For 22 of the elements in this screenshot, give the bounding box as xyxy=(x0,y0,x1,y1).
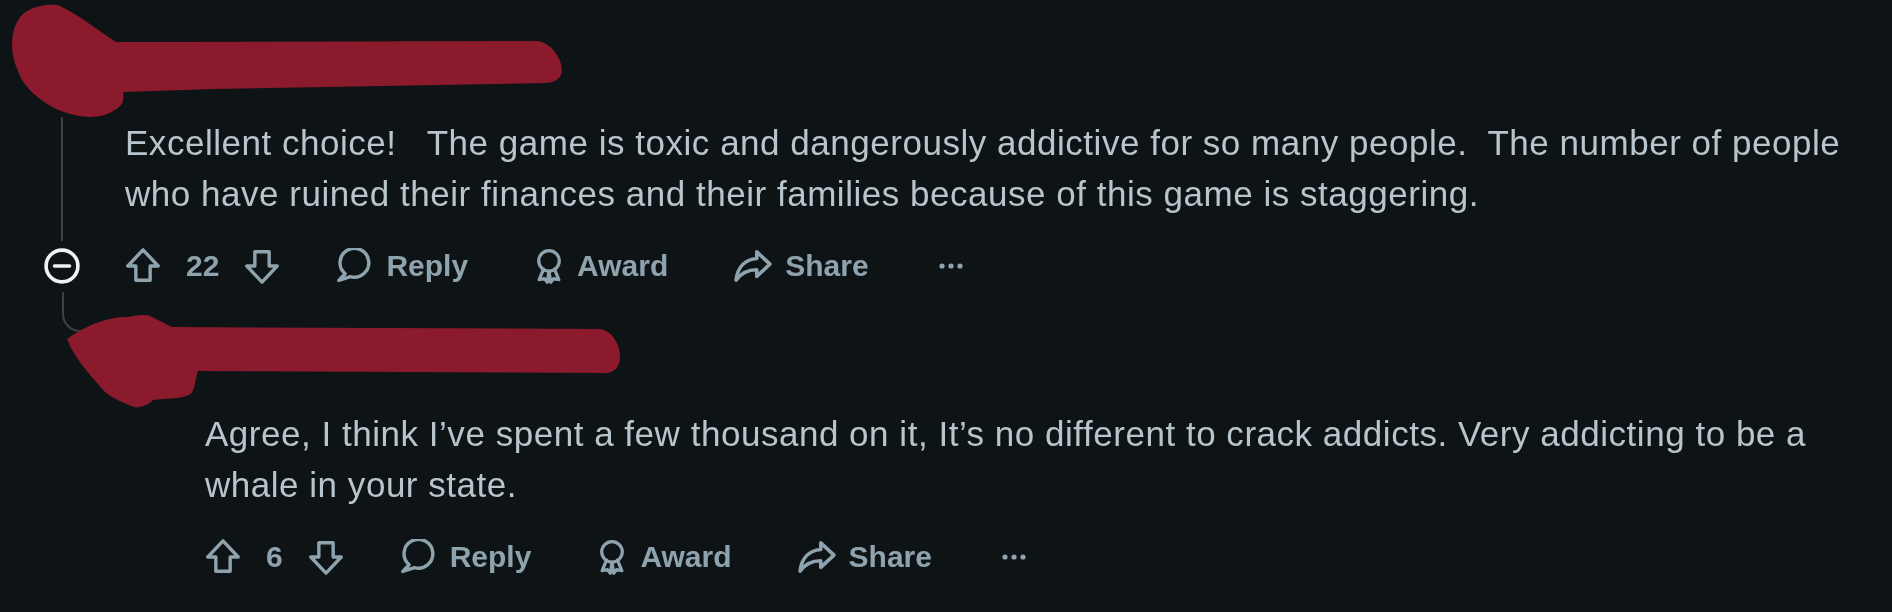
downvote-icon xyxy=(245,248,280,284)
collapse-button[interactable] xyxy=(44,248,80,284)
downvote-icon xyxy=(308,539,343,575)
share-button[interactable]: Share xyxy=(764,531,965,583)
minus-circle-icon xyxy=(44,248,80,284)
upvote-icon xyxy=(126,248,160,284)
reply-button[interactable]: Reply xyxy=(304,240,502,292)
speech-bubble-icon xyxy=(400,539,437,575)
award-button[interactable]: Award xyxy=(564,531,765,583)
share-arrow-icon xyxy=(797,541,836,573)
upvote-icon xyxy=(206,539,240,575)
vote-count: 22 xyxy=(186,248,220,284)
comment-text: Agree, I think I’ve spent a few thousand on it, It’s no different to crack addicts. Very addicting to be a whale in your state. xyxy=(205,413,1808,506)
speech-bubble-icon xyxy=(337,248,374,284)
reply-button[interactable]: Reply xyxy=(367,531,565,583)
more-icon xyxy=(938,263,963,269)
comment-text: Excellent choice! The game is toxic and dangerously addictive for so many people. The number of people who have ruined their finances and their families because of this game is staggering. xyxy=(125,122,1842,215)
vote-count: 6 xyxy=(266,539,283,575)
share-arrow-icon xyxy=(734,250,773,282)
award-button[interactable]: Award xyxy=(501,240,702,292)
share-button[interactable]: Share xyxy=(701,240,902,292)
more-icon xyxy=(1001,554,1026,560)
